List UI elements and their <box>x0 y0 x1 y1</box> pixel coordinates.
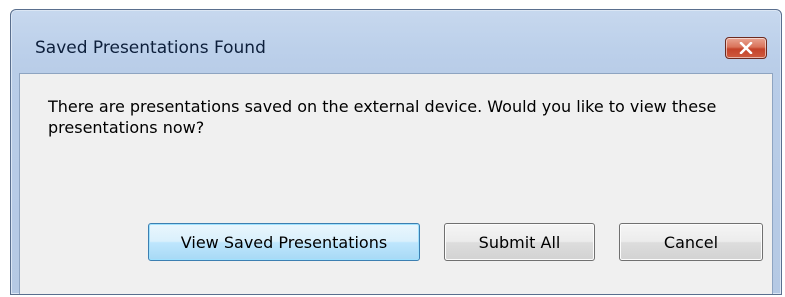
close-x-icon <box>739 42 753 54</box>
title-bar[interactable]: Saved Presentations Found <box>11 10 781 74</box>
cancel-button[interactable]: Cancel <box>619 223 763 261</box>
saved-presentations-dialog: Saved Presentations Found There are pres… <box>10 9 782 295</box>
dialog-message: There are presentations saved on the ext… <box>48 97 717 137</box>
dialog-body: There are presentations saved on the ext… <box>19 73 773 294</box>
submit-all-button[interactable]: Submit All <box>444 223 595 261</box>
dialog-title: Saved Presentations Found <box>35 38 266 58</box>
close-button[interactable] <box>725 37 767 59</box>
view-saved-presentations-button[interactable]: View Saved Presentations <box>148 223 420 261</box>
